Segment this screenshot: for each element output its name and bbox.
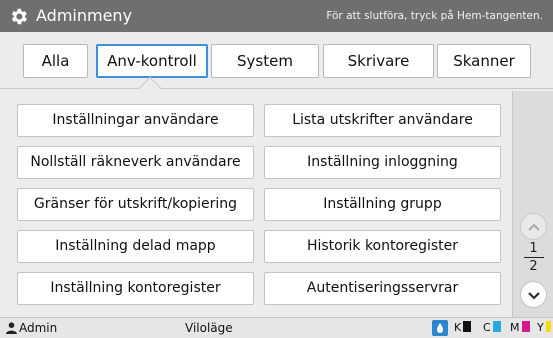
ink-c: C [483, 321, 501, 335]
scroll-up-button[interactable] [520, 213, 547, 240]
account-history-button[interactable]: Historik kontoregister [264, 230, 501, 263]
tab-system[interactable]: System [211, 44, 319, 78]
tab-alla[interactable]: Alla [23, 44, 88, 78]
page-divider [523, 257, 544, 258]
user-print-list-button[interactable]: Lista utskrifter användare [264, 104, 501, 137]
reset-user-counter-button[interactable]: Nollställ räkneverk användare [17, 146, 254, 179]
chevron-down-icon [528, 292, 540, 300]
print-copy-limits-button[interactable]: Gränser för utskrift/kopiering [17, 188, 254, 221]
status-bar: Admin Viloläge K C M Y [0, 317, 553, 338]
shared-folder-setting-button[interactable]: Inställning delad mapp [17, 230, 254, 263]
page-title: Adminmeny [36, 6, 133, 25]
page-indicator: 1 2 [513, 241, 553, 274]
chevron-up-icon [528, 223, 540, 231]
current-page: 1 [529, 241, 538, 256]
ink-k: K [454, 321, 472, 335]
login-setting-button[interactable]: Inställning inloggning [264, 146, 501, 179]
machine-state: Viloläge [185, 321, 233, 335]
ink-k-swatch [463, 321, 472, 332]
page-scroller: 1 2 [512, 91, 553, 317]
group-setting-button[interactable]: Inställning grupp [264, 188, 501, 221]
ink-status-icon [432, 320, 448, 336]
ink-y-swatch [545, 321, 551, 332]
home-key-hint: För att slutföra, tryck på Hem-tangenten… [326, 10, 543, 22]
ink-c-swatch [492, 321, 501, 332]
total-pages: 2 [529, 259, 538, 274]
category-tab-bar: Alla Anv-kontroll System Skrivare Skanne… [0, 32, 553, 89]
title-bar: Adminmeny För att slutföra, tryck på Hem… [0, 0, 553, 32]
auth-servers-button[interactable]: Autentiseringsservrar [264, 272, 501, 305]
user-name: Admin [19, 321, 58, 335]
tab-skanner[interactable]: Skanner [437, 44, 531, 78]
user-settings-button[interactable]: Inställningar användare [17, 104, 254, 137]
account-register-setting-button[interactable]: Inställning kontoregister [17, 272, 254, 305]
menu-panel: Inställningar användare Lista utskrifter… [0, 89, 553, 317]
tab-anv-kontroll[interactable]: Anv-kontroll [96, 44, 208, 78]
user-icon [6, 322, 17, 334]
scroll-down-button[interactable] [520, 281, 547, 308]
gear-icon [11, 8, 27, 25]
ink-y: Y [537, 321, 551, 335]
ink-m-swatch [521, 321, 530, 332]
ink-m: M [510, 321, 530, 335]
menu-grid: Inställningar användare Lista utskrifter… [9, 95, 509, 313]
tab-skrivare[interactable]: Skrivare [323, 44, 434, 78]
logged-in-user: Admin [6, 321, 57, 335]
